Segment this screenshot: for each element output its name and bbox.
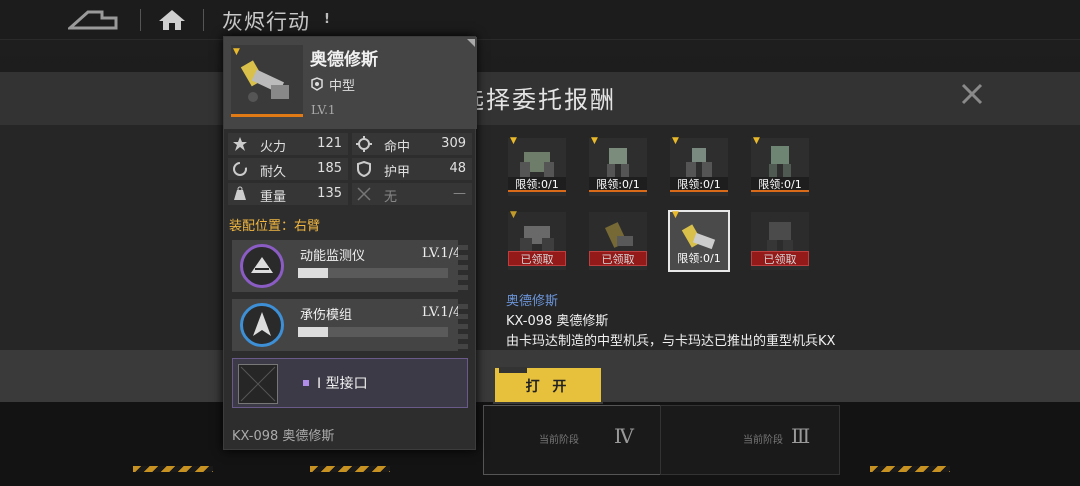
unit-detail-card: ▼ 奥德修斯 中型 LV.1 火力 121 命中 309 耐久 185 护甲 4… bbox=[223, 36, 477, 450]
module-name: 承伤模组 bbox=[300, 308, 353, 323]
rank-crest-icon: ▼ bbox=[233, 47, 240, 57]
reward-status: 已领取 bbox=[508, 251, 566, 266]
reward-slot[interactable]: ▼ 限领:0/1 bbox=[670, 136, 728, 196]
reward-slot[interactable]: ▼ 限领:0/1 bbox=[751, 136, 809, 196]
reward-code: KX-098 奥德修斯 bbox=[506, 314, 609, 329]
stat-none: 无 — bbox=[352, 183, 472, 205]
hazard-stripe bbox=[310, 466, 390, 472]
reward-status: 已领取 bbox=[589, 251, 647, 266]
divider bbox=[203, 9, 204, 31]
reward-slot-selected[interactable]: ▼ 限领:0/1 bbox=[668, 210, 730, 272]
reward-status: 已领取 bbox=[751, 251, 809, 266]
interface-slot[interactable]: Ⅰ 型接口 bbox=[232, 358, 468, 408]
reward-slot[interactable]: 已领取 bbox=[589, 212, 647, 270]
reward-slot[interactable]: 已领取 bbox=[751, 212, 809, 270]
hazard-stripe bbox=[133, 466, 213, 472]
stage-roman: Ⅲ bbox=[791, 424, 811, 448]
stat-accuracy: 命中 309 bbox=[352, 133, 472, 155]
reward-status: 限领:0/1 bbox=[677, 252, 721, 265]
stat-durability: 耐久 185 bbox=[228, 158, 348, 180]
unit-level: LV.1 bbox=[311, 103, 336, 117]
reward-slot[interactable]: ▼ 已领取 bbox=[508, 210, 566, 270]
unit-type: 中型 bbox=[329, 79, 356, 94]
corner-mark bbox=[467, 39, 475, 47]
stage-roman: Ⅳ bbox=[614, 424, 634, 448]
hazard-stripe bbox=[870, 466, 950, 472]
divider bbox=[140, 9, 141, 31]
unit-name: 奥德修斯 bbox=[310, 50, 378, 70]
stat-armor: 护甲 48 bbox=[352, 158, 472, 180]
page-title: 灰烬行动 bbox=[222, 10, 310, 34]
close-icon bbox=[961, 83, 983, 105]
modal-title: 选择委托报酬 bbox=[460, 86, 616, 114]
reward-status: 限领:0/1 bbox=[670, 177, 728, 192]
module-level: LV.1/4 bbox=[422, 246, 462, 261]
reward-description: 由卡玛达制造的中型机兵，与卡玛达已推出的重型机兵KX bbox=[506, 334, 836, 349]
armor-icon bbox=[356, 160, 372, 178]
module-icon bbox=[240, 303, 284, 347]
stage-label: 当前阶段 bbox=[539, 435, 579, 446]
unit-header: ▼ 奥德修斯 中型 LV.1 bbox=[224, 37, 477, 129]
stat-firepower: 火力 121 bbox=[228, 133, 348, 155]
weight-icon bbox=[232, 186, 248, 202]
top-bar: 灰烬行动 ! bbox=[0, 0, 1080, 40]
stage-card[interactable]: 当前阶段 Ⅲ bbox=[660, 405, 840, 475]
module-icon bbox=[240, 244, 284, 288]
back-button[interactable] bbox=[66, 8, 124, 30]
class-icon bbox=[310, 76, 324, 91]
reward-status: 限领:0/1 bbox=[751, 177, 809, 192]
open-button[interactable]: 打 开 bbox=[493, 366, 603, 404]
reward-status: 限领:0/1 bbox=[589, 177, 647, 192]
home-icon bbox=[159, 10, 185, 30]
stat-weight: 重量 135 bbox=[228, 183, 348, 205]
module-level: LV.1/4 bbox=[422, 305, 462, 320]
unit-footer: KX-098 奥德修斯 bbox=[232, 429, 335, 444]
module-item[interactable]: 动能监测仪 LV.1/4 bbox=[232, 240, 468, 292]
accuracy-icon bbox=[356, 136, 372, 152]
module-progress bbox=[298, 268, 448, 278]
home-button[interactable] bbox=[157, 8, 187, 32]
reward-slot[interactable]: ▼ 限领:0/1 bbox=[508, 136, 566, 196]
stage-card[interactable]: 当前阶段 Ⅳ bbox=[483, 405, 663, 475]
reward-slot[interactable]: ▼ 限领:0/1 bbox=[589, 136, 647, 196]
none-icon bbox=[356, 186, 372, 202]
firepower-icon bbox=[232, 136, 248, 152]
module-name: 动能监测仪 bbox=[300, 249, 366, 264]
equip-position: 装配位置：右臂 bbox=[229, 219, 321, 234]
module-item[interactable]: 承伤模组 LV.1/4 bbox=[232, 299, 468, 351]
stage-label: 当前阶段 bbox=[743, 435, 783, 446]
slot-marker bbox=[303, 380, 309, 386]
durability-icon bbox=[232, 161, 248, 177]
back-arrow-icon bbox=[66, 10, 118, 30]
open-button-label: 打 开 bbox=[525, 379, 571, 395]
alert-icon[interactable]: ! bbox=[320, 12, 334, 28]
empty-slot-icon bbox=[238, 364, 278, 404]
module-notch bbox=[458, 299, 468, 351]
reward-name: 奥德修斯 bbox=[506, 294, 559, 309]
interface-label: Ⅰ 型接口 bbox=[317, 376, 368, 392]
reward-status: 限领:0/1 bbox=[508, 177, 566, 192]
close-button[interactable] bbox=[958, 80, 986, 108]
module-notch bbox=[458, 240, 468, 292]
button-tag bbox=[499, 367, 527, 373]
module-progress bbox=[298, 327, 448, 337]
